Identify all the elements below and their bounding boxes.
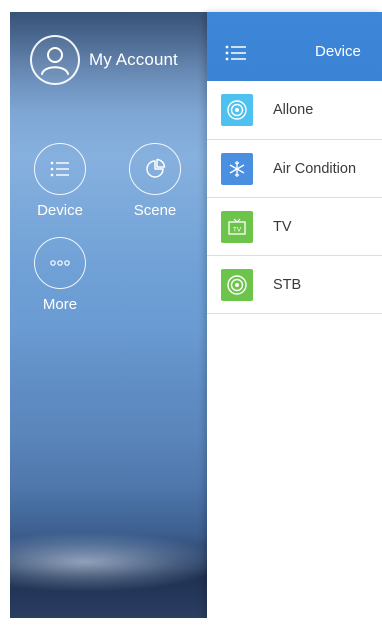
device-panel: Device Allone Air Condition TV TV STB bbox=[207, 12, 382, 618]
device-label-air-condition: Air Condition bbox=[273, 160, 357, 177]
drawer-item-more[interactable]: More bbox=[24, 237, 96, 313]
more-dots-icon bbox=[34, 237, 86, 289]
stb-icon bbox=[221, 269, 253, 301]
device-label-allone: Allone bbox=[273, 102, 314, 118]
my-account-label: My Account bbox=[89, 50, 178, 69]
device-row-air-condition[interactable]: Air Condition bbox=[207, 140, 382, 198]
user-avatar-icon bbox=[30, 35, 80, 85]
my-account-button[interactable]: My Account bbox=[30, 33, 178, 87]
drawer-label-device: Device bbox=[37, 202, 83, 219]
menu-list-icon[interactable] bbox=[225, 45, 247, 61]
allone-icon bbox=[221, 94, 253, 126]
device-row-stb[interactable]: STB bbox=[207, 256, 382, 314]
side-drawer: My Account Device Scene More bbox=[10, 12, 207, 618]
drawer-label-scene: Scene bbox=[133, 202, 177, 219]
drawer-item-scene[interactable]: Scene bbox=[119, 143, 191, 219]
device-row-allone[interactable]: Allone bbox=[207, 81, 382, 139]
tv-icon: TV bbox=[221, 211, 253, 243]
device-row-tv[interactable]: TV TV bbox=[207, 198, 382, 256]
top-margin bbox=[0, 0, 382, 12]
pie-chart-icon bbox=[129, 143, 181, 195]
drawer-label-more: More bbox=[42, 296, 78, 313]
drawer-item-device[interactable]: Device bbox=[24, 143, 96, 219]
snowflake-icon bbox=[221, 153, 253, 185]
device-list: Allone Air Condition TV TV STB bbox=[207, 81, 382, 314]
device-label-tv: TV bbox=[273, 218, 292, 235]
app-screen: My Account Device Scene More Device Allo… bbox=[0, 0, 382, 626]
list-icon bbox=[34, 143, 86, 195]
svg-text:TV: TV bbox=[233, 227, 242, 234]
bottom-margin bbox=[0, 618, 382, 626]
page-title: Device bbox=[315, 43, 361, 60]
device-label-stb: STB bbox=[273, 276, 302, 293]
